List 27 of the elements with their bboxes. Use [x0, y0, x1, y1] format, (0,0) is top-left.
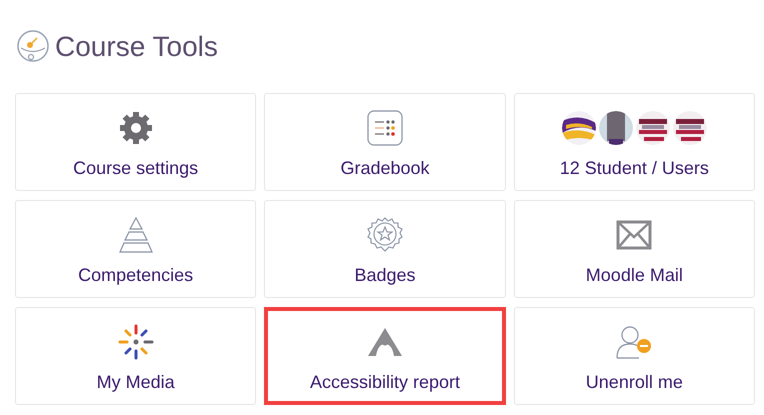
tool-tile[interactable]: Moodle Mail: [514, 200, 755, 298]
tool-tile[interactable]: Badges: [264, 200, 506, 298]
tile-label: 12 Student / Users: [560, 156, 709, 180]
tile-label: Accessibility report: [310, 370, 460, 394]
tool-tile[interactable]: My Media: [15, 307, 256, 405]
tile-label: Course settings: [73, 156, 198, 180]
tool-tile[interactable]: Course settings: [15, 93, 256, 191]
page-title: Course Tools: [55, 33, 218, 61]
tile-label: Gradebook: [340, 156, 430, 180]
tool-tile[interactable]: Competencies: [15, 200, 256, 298]
triangle-icon: [366, 326, 403, 357]
badge-icon: [366, 216, 404, 254]
tool-tile[interactable]: Gradebook: [264, 93, 506, 191]
tool-tile[interactable]: 12 Student / Users: [514, 93, 755, 191]
pyramid-icon: [118, 216, 154, 254]
tile-label: My Media: [96, 370, 175, 394]
gear-icon: [118, 110, 154, 146]
gradebook-icon: [366, 110, 403, 146]
user-remove-icon: [615, 324, 654, 360]
tile-label: Competencies: [78, 264, 194, 286]
envelope-icon: [616, 220, 652, 250]
tile-label: Moodle Mail: [586, 264, 683, 286]
tool-tile[interactable]: Accessibility report: [264, 307, 506, 405]
starburst-icon: [116, 322, 155, 361]
tile-label: Unenroll me: [586, 370, 683, 394]
tool-tile[interactable]: Unenroll me: [514, 307, 755, 405]
tile-label: Badges: [354, 264, 416, 286]
